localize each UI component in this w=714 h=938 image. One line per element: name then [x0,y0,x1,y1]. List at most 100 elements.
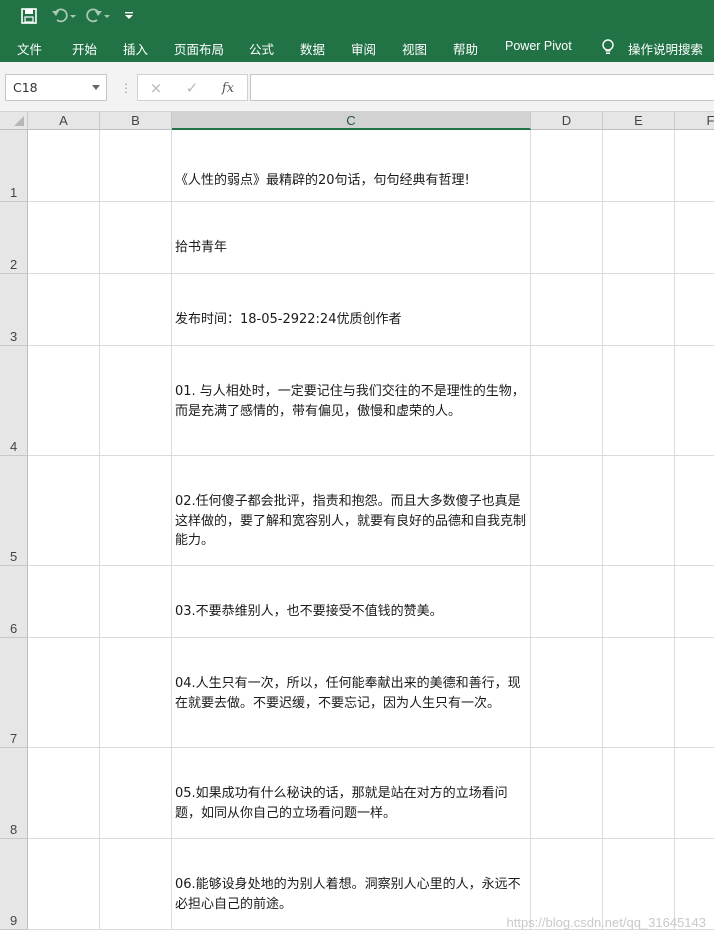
cell-f5[interactable] [675,456,714,566]
cell-f3[interactable] [675,274,714,346]
cell-b5[interactable] [100,456,172,566]
cell-f8[interactable] [675,748,714,839]
cell-d2[interactable] [531,202,603,274]
cell-f1[interactable] [675,130,714,202]
row-header-5[interactable]: 5 [0,456,28,566]
tab-file[interactable]: 文件 [17,39,42,58]
cell-e2[interactable] [603,202,675,274]
cell-a1[interactable] [28,130,100,202]
cell-a3[interactable] [28,274,100,346]
column-header-b[interactable]: B [100,112,172,130]
column-header-d[interactable]: D [531,112,603,130]
cell-a6[interactable] [28,566,100,638]
cancel-icon[interactable]: × [146,79,166,97]
cell-b6[interactable] [100,566,172,638]
tab-power-pivot[interactable]: Power Pivot [505,39,572,53]
cell-text-c7: 04.人生只有一次，所以，任何能奉献出来的美德和善行，现在就要去做。不要迟缓，不… [175,676,521,711]
cell-b1[interactable] [100,130,172,202]
redo-icon[interactable] [84,6,112,26]
formula-buttons: × ✓ fx [137,74,248,101]
column-header-f[interactable]: F [675,112,714,130]
cell-e1[interactable] [603,130,675,202]
spreadsheet-grid: A B C D E F 1 《人性的弱点》最精辟的20句话，句句经典有哲理! 2 拾书青年 3 发布时… [0,112,714,938]
insert-function-icon[interactable]: fx [218,79,238,97]
row-number: 7 [10,731,18,746]
tell-me-search[interactable]: 操作说明搜索 [628,39,703,58]
row-number: 9 [10,913,18,928]
column-header-c[interactable]: C [172,112,531,130]
cell-b9[interactable] [100,839,172,930]
tab-page-layout[interactable]: 页面布局 [174,39,224,58]
select-all-corner[interactable] [0,112,28,130]
cell-a5[interactable] [28,456,100,566]
cell-e3[interactable] [603,274,675,346]
cell-f4[interactable] [675,346,714,456]
formula-bar-grip[interactable]: ⋮ [120,81,132,95]
save-icon[interactable] [18,6,40,26]
cell-text-c6: 03.不要恭维别人，也不要接受不值钱的赞美。 [175,604,443,619]
cell-d6[interactable] [531,566,603,638]
cell-f7[interactable] [675,638,714,748]
row-number: 3 [10,329,18,344]
cell-e8[interactable] [603,748,675,839]
cell-d4[interactable] [531,346,603,456]
cell-a4[interactable] [28,346,100,456]
cell-b7[interactable] [100,638,172,748]
cell-d5[interactable] [531,456,603,566]
cell-d1[interactable] [531,130,603,202]
cell-b2[interactable] [100,202,172,274]
row-header-1[interactable]: 1 [0,130,28,202]
tab-home[interactable]: 开始 [72,39,97,58]
lightbulb-icon[interactable] [600,38,616,56]
cell-a2[interactable] [28,202,100,274]
check-icon[interactable]: ✓ [182,79,202,97]
cell-e5[interactable] [603,456,675,566]
row-header-6[interactable]: 6 [0,566,28,638]
formula-input[interactable] [250,74,714,101]
watermark: https://blog.csdn.net/qq_31645143 [506,915,707,930]
chevron-down-icon[interactable] [92,85,100,90]
row-header-7[interactable]: 7 [0,638,28,748]
tab-review[interactable]: 审阅 [351,39,376,58]
row-number: 6 [10,621,18,636]
cell-b3[interactable] [100,274,172,346]
tab-data[interactable]: 数据 [300,39,325,58]
tab-help[interactable]: 帮助 [453,39,478,58]
cell-f6[interactable] [675,566,714,638]
cell-a7[interactable] [28,638,100,748]
name-box[interactable]: C18 [5,74,107,101]
row-header-4[interactable]: 4 [0,346,28,456]
row-header-3[interactable]: 3 [0,274,28,346]
row-number: 2 [10,257,18,272]
cell-a9[interactable] [28,839,100,930]
cell-d7[interactable] [531,638,603,748]
cell-f2[interactable] [675,202,714,274]
row-header-9[interactable]: 9 [0,839,28,930]
cell-text-c1: 《人性的弱点》最精辟的20句话，句句经典有哲理! [175,173,470,188]
cell-e4[interactable] [603,346,675,456]
cell-d3[interactable] [531,274,603,346]
ribbon-tabs: 文件 开始 插入 页面布局 公式 数据 审阅 视图 帮助 Power Pivot… [0,32,714,62]
cell-a8[interactable] [28,748,100,839]
cell-c1[interactable] [172,130,531,202]
customize-qat-icon[interactable] [120,6,138,26]
row-header-2[interactable]: 2 [0,202,28,274]
select-all-triangle-icon [14,116,24,126]
cell-b4[interactable] [100,346,172,456]
cell-text-c9: 06.能够设身处地的为别人着想。洞察别人心里的人，永远不必担心自己的前途。 [175,877,521,912]
cell-b8[interactable] [100,748,172,839]
quick-access-toolbar [0,0,714,32]
undo-icon[interactable] [50,6,78,26]
row-number: 4 [10,439,18,454]
tab-view[interactable]: 视图 [402,39,427,58]
cell-d8[interactable] [531,748,603,839]
tab-formulas[interactable]: 公式 [249,39,274,58]
tab-insert[interactable]: 插入 [123,39,148,58]
column-header-a[interactable]: A [28,112,100,130]
formula-bar: C18 ⋮ × ✓ fx [0,62,714,112]
cell-e7[interactable] [603,638,675,748]
cell-text-c5: 02.任何傻子都会批评，指责和抱怨。而且大多数傻子也真是这样做的，要了解和宽容别… [175,494,527,548]
row-header-8[interactable]: 8 [0,748,28,839]
cell-e6[interactable] [603,566,675,638]
column-header-e[interactable]: E [603,112,675,130]
